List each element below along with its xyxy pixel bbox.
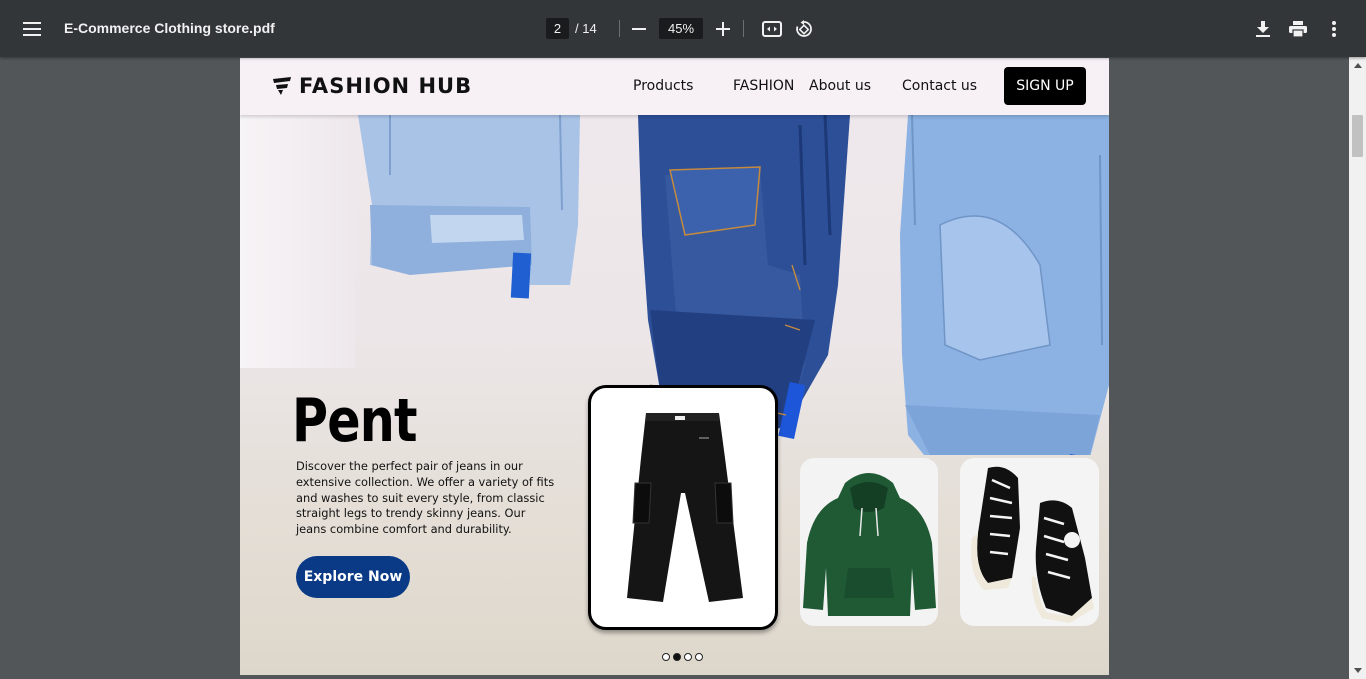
toolbar-divider xyxy=(743,20,744,37)
scroll-down-arrow-icon[interactable] xyxy=(1349,662,1366,679)
zoom-level-input[interactable]: 45% xyxy=(659,18,703,39)
hero-description: Discover the perfect pair of jeans in ou… xyxy=(296,459,555,537)
sign-up-button[interactable]: SIGN UP xyxy=(1004,67,1086,105)
download-button[interactable] xyxy=(1250,16,1276,42)
document-title: E-Commerce Clothing store.pdf xyxy=(64,20,275,36)
green-hoodie-image xyxy=(803,473,936,616)
product-card-sneakers[interactable] xyxy=(960,458,1099,626)
nav-fashion[interactable]: FASHION xyxy=(733,78,794,94)
vertical-scrollbar[interactable] xyxy=(1349,57,1366,679)
more-vert-icon xyxy=(1332,21,1336,37)
scroll-up-arrow-icon[interactable] xyxy=(1349,57,1366,74)
page-total: / 14 xyxy=(575,21,597,36)
explore-now-button[interactable]: Explore Now xyxy=(296,556,410,598)
pdf-toolbar: E-Commerce Clothing store.pdf 2 / 14 45% xyxy=(0,0,1366,57)
more-options-button[interactable] xyxy=(1322,16,1346,42)
brand-logo[interactable]: FASHION HUB xyxy=(273,74,472,98)
nav-about[interactable]: About us xyxy=(809,78,871,94)
nav-contact[interactable]: Contact us xyxy=(902,78,977,94)
pdf-page: FASHION HUB Products FASHION About us Co… xyxy=(240,58,1109,675)
print-button[interactable] xyxy=(1285,16,1311,42)
toolbar-divider xyxy=(619,20,620,37)
rotate-icon xyxy=(796,20,812,37)
plus-icon xyxy=(716,22,730,36)
carousel-dot[interactable] xyxy=(695,653,703,661)
zoom-out-button[interactable] xyxy=(627,17,651,41)
nav-products[interactable]: Products xyxy=(633,78,693,94)
download-icon xyxy=(1256,21,1270,37)
product-card-hoodie[interactable] xyxy=(800,458,938,626)
page-number-input[interactable]: 2 xyxy=(546,18,569,39)
fit-to-page-button[interactable] xyxy=(759,16,785,42)
minus-icon xyxy=(632,28,646,30)
print-icon xyxy=(1289,21,1307,37)
high-top-sneakers-image xyxy=(971,466,1094,623)
menu-icon[interactable] xyxy=(16,16,48,42)
site-header: FASHION HUB Products FASHION About us Co… xyxy=(240,58,1109,115)
carousel-indicators xyxy=(662,653,703,661)
brand-name: FASHION HUB xyxy=(299,74,473,98)
zoom-in-button[interactable] xyxy=(711,17,735,41)
fit-page-icon xyxy=(762,21,782,37)
product-card-cargo-pants[interactable] xyxy=(588,385,778,630)
carousel-dot[interactable] xyxy=(662,653,670,661)
rotate-button[interactable] xyxy=(791,16,817,42)
carousel-dot[interactable] xyxy=(684,653,692,661)
hero-title: Pent xyxy=(292,386,418,456)
cargo-pants-image xyxy=(627,413,743,602)
scrollbar-thumb[interactable] xyxy=(1352,115,1363,157)
carousel-dot-active[interactable] xyxy=(673,653,681,661)
brand-logo-icon xyxy=(273,77,291,95)
